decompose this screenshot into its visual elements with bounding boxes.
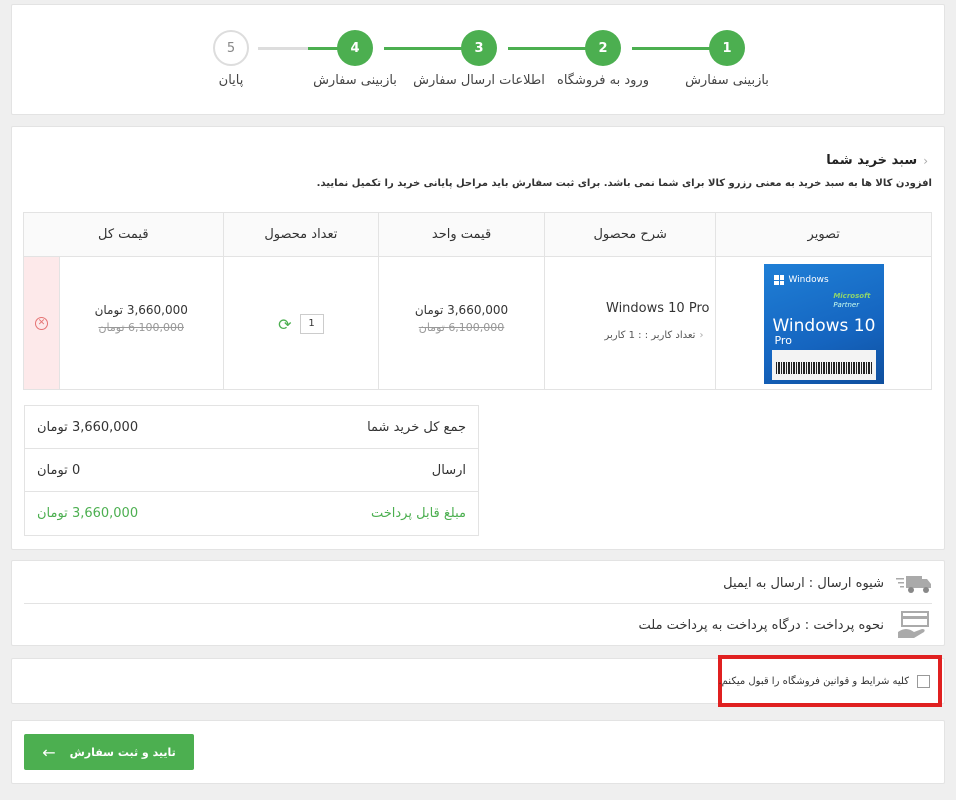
cart-title: ‹ سبد خرید شما bbox=[826, 153, 928, 168]
col-image: تصویر bbox=[715, 213, 931, 256]
payment-hand-icon bbox=[898, 611, 929, 638]
chevron-left-icon: ‹ bbox=[699, 330, 704, 341]
terms-panel: کلیه شرایط و قوانین فروشگاه را قبول میکن… bbox=[11, 655, 945, 707]
windows-logo: Windows bbox=[774, 275, 829, 285]
cart-panel: ‹ سبد خرید شما افزودن کالا ها به سبد خری… bbox=[11, 126, 945, 550]
arrow-left-icon: ← bbox=[42, 742, 56, 762]
product-description-cell: Windows 10 Pro ‹ تعداد کاربر : : 1 کاربر bbox=[543, 257, 716, 389]
shipping-label: ارسال bbox=[431, 462, 466, 478]
quantity-cell: ⟳ 1 bbox=[222, 257, 379, 389]
cart-note: افزودن کالا ها به سبد خرید به معنی رزرو … bbox=[316, 178, 932, 189]
col-total: قیمت کل bbox=[97, 227, 149, 242]
truck-icon bbox=[896, 575, 931, 593]
product-box-edition: Pro bbox=[774, 334, 792, 347]
payable-label: مبلغ قابل پرداخت bbox=[370, 506, 466, 521]
step-4-label: بازبینی سفارش bbox=[313, 73, 397, 88]
shipping-method-row: شیوه ارسال : ارسال به ایمیل bbox=[24, 564, 932, 604]
refresh-icon[interactable]: ⟳ bbox=[278, 315, 291, 334]
total-price-cell: 3,660,000 تومان 6,100,000 تومان bbox=[58, 257, 223, 389]
subtotal-label: جمع کل خرید شما bbox=[367, 419, 466, 435]
product-image[interactable]: Windows Microsoft Partner Windows 10 Pro bbox=[764, 264, 885, 384]
shipping-value: 0 تومان bbox=[37, 462, 81, 478]
submit-order-button[interactable]: تایید و ثبت سفارش ← bbox=[24, 734, 194, 770]
payable-value: 3,660,000 تومان bbox=[37, 506, 139, 521]
quantity-input[interactable]: 1 bbox=[299, 314, 324, 334]
product-users-option: ‹ تعداد کاربر : : 1 کاربر bbox=[604, 330, 704, 341]
step-3-label: اطلاعات ارسال سفارش bbox=[413, 73, 545, 88]
step-1-label: بازبینی سفارش bbox=[685, 73, 769, 88]
subtotal-value: 3,660,000 تومان bbox=[37, 419, 139, 435]
cart-table: تصویر شرح محصول قیمت واحد تعداد محصول قی… bbox=[23, 212, 932, 390]
step-2-label: ورود به فروشگاه bbox=[557, 73, 649, 88]
unit-price-old: 6,100,000 تومان bbox=[418, 321, 505, 334]
step-1-circle: 1 bbox=[709, 30, 745, 66]
submit-panel: تایید و ثبت سفارش ← bbox=[11, 720, 945, 784]
barcode-icon bbox=[776, 362, 873, 374]
total-price-old: 6,100,000 تومان bbox=[98, 321, 184, 334]
checkout-steps: 1 2 3 4 5 بازبینی سفارش ورود به فروشگاه … bbox=[11, 4, 945, 115]
step-5-label: پایان bbox=[218, 73, 244, 88]
cart-title-text: سبد خرید شما bbox=[826, 153, 918, 168]
table-row: Windows Microsoft Partner Windows 10 Pro … bbox=[23, 257, 931, 389]
shipping-method-text: شیوه ارسال : ارسال به ایمیل bbox=[723, 576, 884, 591]
step-3-circle: 3 bbox=[461, 30, 497, 66]
payment-method-row: نحوه پرداخت : درگاه پرداخت به پرداخت ملت bbox=[24, 605, 932, 645]
microsoft-partner-logo: Microsoft Partner bbox=[833, 292, 871, 309]
col-unit-price: قیمت واحد bbox=[378, 213, 544, 256]
col-description: شرح محصول bbox=[543, 213, 716, 256]
summary-subtotal-row: جمع کل خرید شما 3,660,000 تومان bbox=[25, 406, 478, 449]
remove-item-cell: ✕ bbox=[23, 257, 59, 389]
product-key-label bbox=[772, 350, 877, 380]
unit-price: 3,660,000 تومان bbox=[414, 303, 509, 317]
step-5-circle: 5 bbox=[213, 30, 249, 66]
windows-flag-icon bbox=[774, 275, 785, 285]
unit-price-cell: 3,660,000 تومان 6,100,000 تومان bbox=[378, 257, 544, 389]
delivery-panel: شیوه ارسال : ارسال به ایمیل نحوه پرداخت … bbox=[11, 560, 945, 646]
col-quantity: تعداد محصول bbox=[222, 213, 379, 256]
product-image-cell: Windows Microsoft Partner Windows 10 Pro bbox=[715, 257, 931, 389]
terms-checkbox[interactable] bbox=[917, 674, 930, 688]
summary-payable-row: مبلغ قابل پرداخت 3,660,000 تومان bbox=[25, 492, 478, 535]
payment-method-text: نحوه پرداخت : درگاه پرداخت به پرداخت ملت bbox=[638, 617, 884, 633]
product-name[interactable]: Windows 10 Pro bbox=[606, 301, 709, 316]
cart-table-header: تصویر شرح محصول قیمت واحد تعداد محصول قی… bbox=[24, 213, 931, 257]
step-4-circle: 4 bbox=[337, 30, 373, 66]
terms-highlight: کلیه شرایط و قوانین فروشگاه را قبول میکن… bbox=[718, 655, 942, 707]
submit-order-label: تایید و ثبت سفارش bbox=[69, 745, 176, 759]
total-price: 3,660,000 تومان bbox=[94, 303, 188, 317]
summary-shipping-row: ارسال 0 تومان bbox=[25, 449, 478, 492]
step-connector bbox=[258, 47, 308, 50]
chevron-left-icon: ‹ bbox=[923, 153, 928, 168]
product-box-title: Windows 10 bbox=[772, 316, 876, 336]
step-2-circle: 2 bbox=[585, 30, 621, 66]
terms-label[interactable]: کلیه شرایط و قوانین فروشگاه را قبول میکن… bbox=[718, 676, 909, 687]
remove-item-icon[interactable]: ✕ bbox=[34, 316, 48, 330]
order-summary: جمع کل خرید شما 3,660,000 تومان ارسال 0 … bbox=[24, 405, 479, 536]
